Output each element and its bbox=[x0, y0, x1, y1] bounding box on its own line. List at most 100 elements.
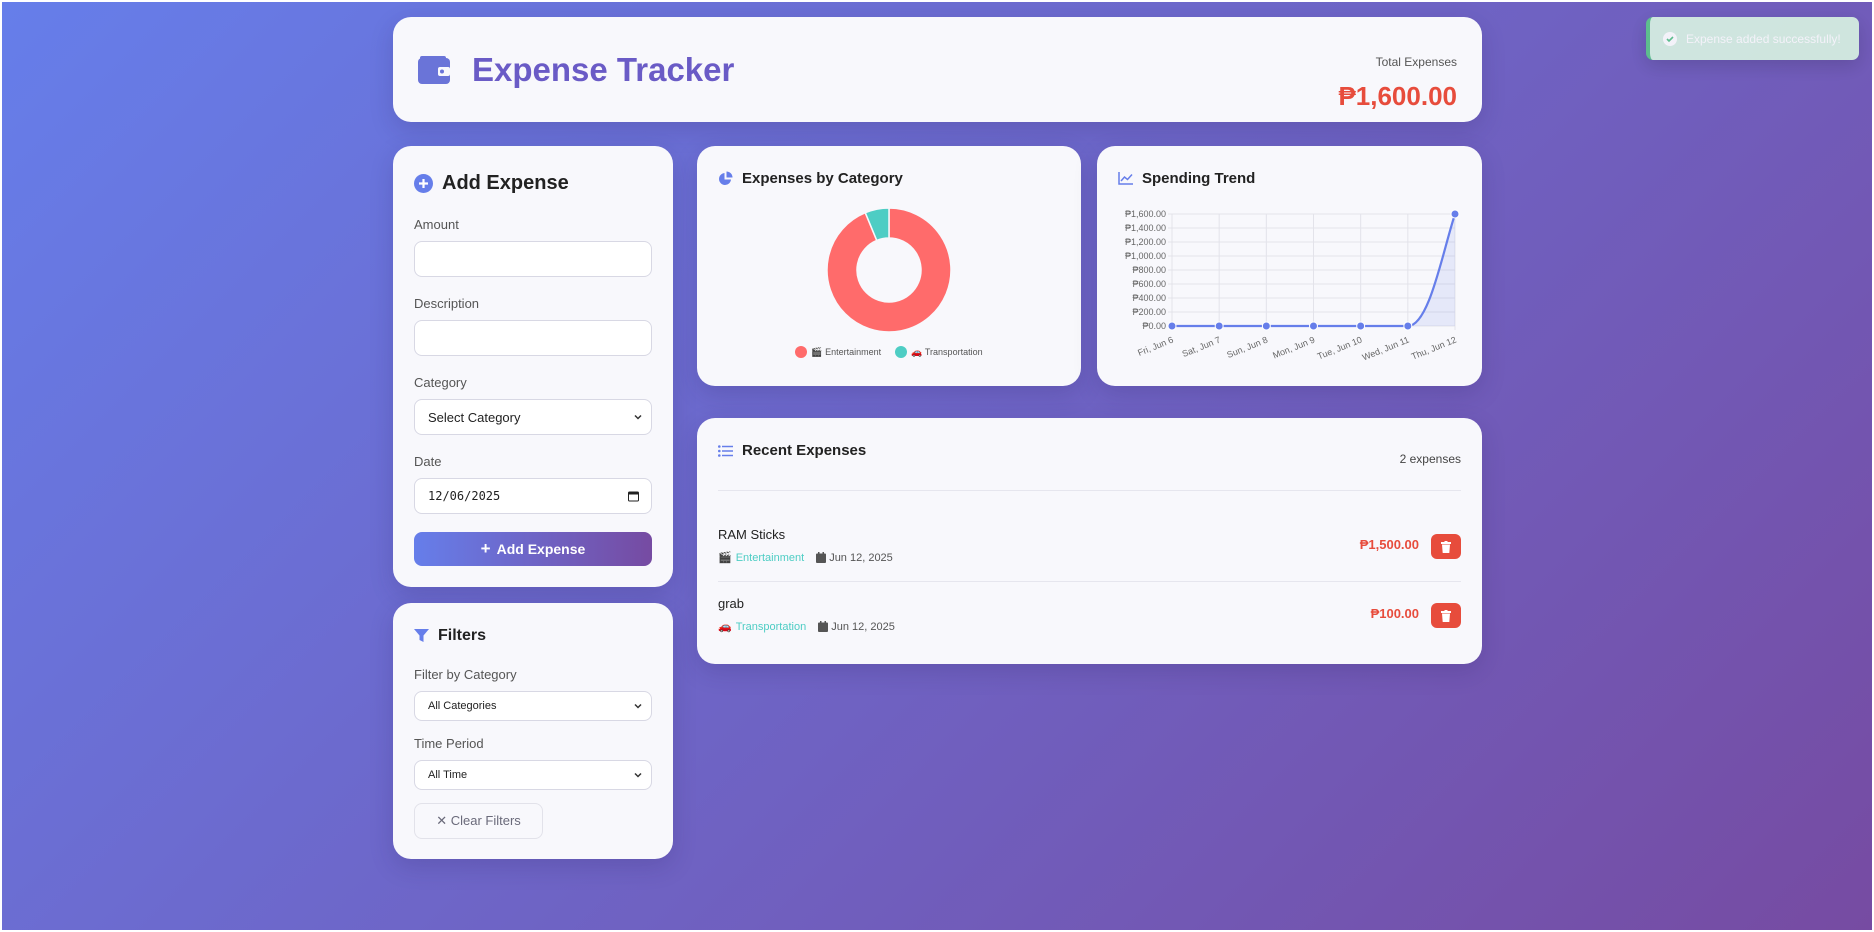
category-select[interactable]: Select Category bbox=[414, 399, 652, 435]
filters-title: Filters bbox=[438, 627, 487, 644]
legend-swatch bbox=[895, 346, 908, 358]
category-emoji: 🎬 bbox=[718, 552, 732, 564]
x-tick-label: Sat, Jun 7 bbox=[1181, 335, 1222, 359]
toast-message: Expense added successfully! bbox=[1686, 31, 1841, 46]
date-input[interactable]: 12/06/2025 bbox=[414, 478, 652, 514]
expense-date: Jun 12, 2025 bbox=[829, 551, 893, 564]
x-tick-label: Thu, Jun 12 bbox=[1410, 335, 1458, 362]
amount-label: Amount bbox=[414, 217, 459, 232]
y-tick-label: ₱400.00 bbox=[1132, 293, 1166, 303]
calendar-icon bbox=[818, 621, 829, 632]
trend-point[interactable] bbox=[1356, 321, 1366, 331]
delete-button[interactable] bbox=[1431, 534, 1461, 559]
legend-item-transportation[interactable]: 🚗 Transportation bbox=[895, 346, 983, 358]
date-label: Date bbox=[414, 454, 442, 469]
description-label: Description bbox=[414, 296, 480, 311]
category-label: Category bbox=[414, 375, 467, 390]
plus-circle-icon bbox=[414, 174, 433, 193]
page-title: Expense Tracker bbox=[472, 51, 735, 88]
add-expense-button[interactable]: + Add Expense bbox=[414, 532, 652, 566]
legend-label: Transportation bbox=[924, 347, 983, 357]
chevron-down-icon bbox=[634, 703, 642, 709]
y-tick-label: ₱800.00 bbox=[1132, 265, 1166, 275]
success-toast[interactable]: Expense added successfully! bbox=[1646, 17, 1859, 60]
delete-button[interactable] bbox=[1431, 603, 1461, 628]
y-tick-label: ₱1,400.00 bbox=[1125, 223, 1166, 233]
expense-description: RAM Sticks bbox=[718, 527, 786, 542]
category-donut-chart bbox=[826, 207, 952, 333]
list-icon bbox=[718, 444, 733, 457]
recent-expenses-title: Recent Expenses bbox=[742, 442, 867, 459]
funnel-icon bbox=[414, 629, 429, 643]
expense-meta: 🎬 Entertainment Jun 12, 2025 bbox=[718, 551, 893, 565]
filter-category-selected: All Categories bbox=[428, 700, 497, 712]
add-expense-button-label: Add Expense bbox=[496, 541, 586, 557]
chevron-down-icon bbox=[634, 414, 642, 420]
expense-meta: 🚗 Transportation Jun 12, 2025 bbox=[718, 620, 895, 634]
y-tick-label: ₱1,600.00 bbox=[1125, 209, 1166, 219]
legend-emoji: 🚗 bbox=[911, 346, 923, 357]
x-tick-label: Wed, Jun 11 bbox=[1361, 335, 1411, 363]
trend-point[interactable] bbox=[1167, 321, 1177, 331]
trend-point[interactable] bbox=[1450, 209, 1460, 219]
expense-count: 2 expenses bbox=[1399, 452, 1461, 466]
add-expense-heading: Add Expense bbox=[414, 172, 569, 195]
legend-item-entertainment[interactable]: 🎬 Entertainment bbox=[795, 346, 881, 358]
description-input[interactable] bbox=[414, 320, 652, 356]
y-tick-label: ₱1,200.00 bbox=[1125, 237, 1166, 247]
legend-emoji: 🎬 bbox=[811, 346, 823, 357]
filter-category-select[interactable]: All Categories bbox=[414, 691, 652, 721]
spending-trend-chart: ₱0.00 ₱200.00 ₱400.00 ₱600.00 ₱800.00 ₱1,000.… bbox=[1125, 209, 1460, 363]
expense-row: grab 🚗 Transportation Jun 12, 2025 ₱100.… bbox=[718, 581, 1461, 649]
y-tick-label: ₱0.00 bbox=[1142, 321, 1166, 331]
check-circle-icon bbox=[1663, 31, 1677, 46]
chevron-down-icon bbox=[634, 772, 642, 778]
add-expense-card: Add Expense Amount Description Category … bbox=[393, 146, 673, 587]
clear-filters-label: ✕ Clear Filters bbox=[436, 813, 521, 828]
calendar-icon[interactable] bbox=[628, 491, 639, 502]
category-chart-heading: Expenses by Category bbox=[718, 170, 903, 187]
date-value: 12/06/2025 bbox=[428, 489, 501, 503]
legend-swatch bbox=[795, 346, 808, 358]
y-tick-label: ₱200.00 bbox=[1132, 307, 1166, 317]
y-tick-label: ₱1,000.00 bbox=[1125, 251, 1166, 261]
category-selected: Select Category bbox=[428, 409, 521, 425]
category-chart-title: Expenses by Category bbox=[742, 170, 903, 187]
filters-heading: Filters bbox=[414, 627, 486, 645]
time-period-label: Time Period bbox=[414, 736, 484, 751]
trend-point[interactable] bbox=[1214, 321, 1224, 331]
add-expense-title: Add Expense bbox=[442, 172, 569, 194]
legend-label: Entertainment bbox=[825, 347, 882, 357]
expense-amount: ₱100.00 bbox=[1370, 606, 1419, 621]
header-card: Expense Tracker Total Expenses ₱1,600.00 bbox=[393, 17, 1482, 122]
time-period-select[interactable]: All Time bbox=[414, 760, 652, 790]
recent-expenses-heading: Recent Expenses bbox=[718, 442, 866, 459]
category-emoji: 🚗 bbox=[718, 621, 732, 633]
clear-filters-button[interactable]: ✕ Clear Filters bbox=[414, 803, 543, 839]
wallet-icon bbox=[418, 56, 450, 84]
trend-point[interactable] bbox=[1309, 321, 1318, 331]
expense-category: Transportation bbox=[735, 620, 807, 633]
pie-chart-icon bbox=[718, 171, 733, 186]
filter-category-label: Filter by Category bbox=[414, 667, 517, 682]
x-tick-label: Sun, Jun 8 bbox=[1225, 335, 1269, 360]
amount-input[interactable] bbox=[414, 241, 652, 277]
trend-chart-card: Spending Trend ₱0.00 ₱200.00 ₱400.00 ₱600.0… bbox=[1097, 146, 1482, 386]
expense-amount: ₱1,500.00 bbox=[1359, 537, 1419, 552]
x-tick-label: Mon, Jun 9 bbox=[1271, 335, 1316, 361]
x-tick-label: Tue, Jun 10 bbox=[1316, 335, 1364, 362]
y-tick-label: ₱600.00 bbox=[1132, 279, 1166, 289]
trend-point[interactable] bbox=[1261, 321, 1271, 331]
expense-row: RAM Sticks 🎬 Entertainment Jun 12, 2025 … bbox=[718, 513, 1461, 581]
total-value: ₱1,600.00 bbox=[1338, 81, 1457, 111]
trend-point[interactable] bbox=[1403, 321, 1413, 331]
expense-category: Entertainment bbox=[735, 551, 805, 564]
x-tick-label: Fri, Jun 6 bbox=[1136, 335, 1175, 358]
trash-icon bbox=[1441, 609, 1451, 622]
time-period-selected: All Time bbox=[428, 769, 468, 781]
expense-description: grab bbox=[718, 596, 745, 611]
expense-date: Jun 12, 2025 bbox=[831, 620, 895, 633]
total-label: Total Expenses bbox=[1375, 55, 1457, 69]
divider bbox=[718, 490, 1461, 491]
filters-card: Filters Filter by Category All Categorie… bbox=[393, 603, 673, 859]
